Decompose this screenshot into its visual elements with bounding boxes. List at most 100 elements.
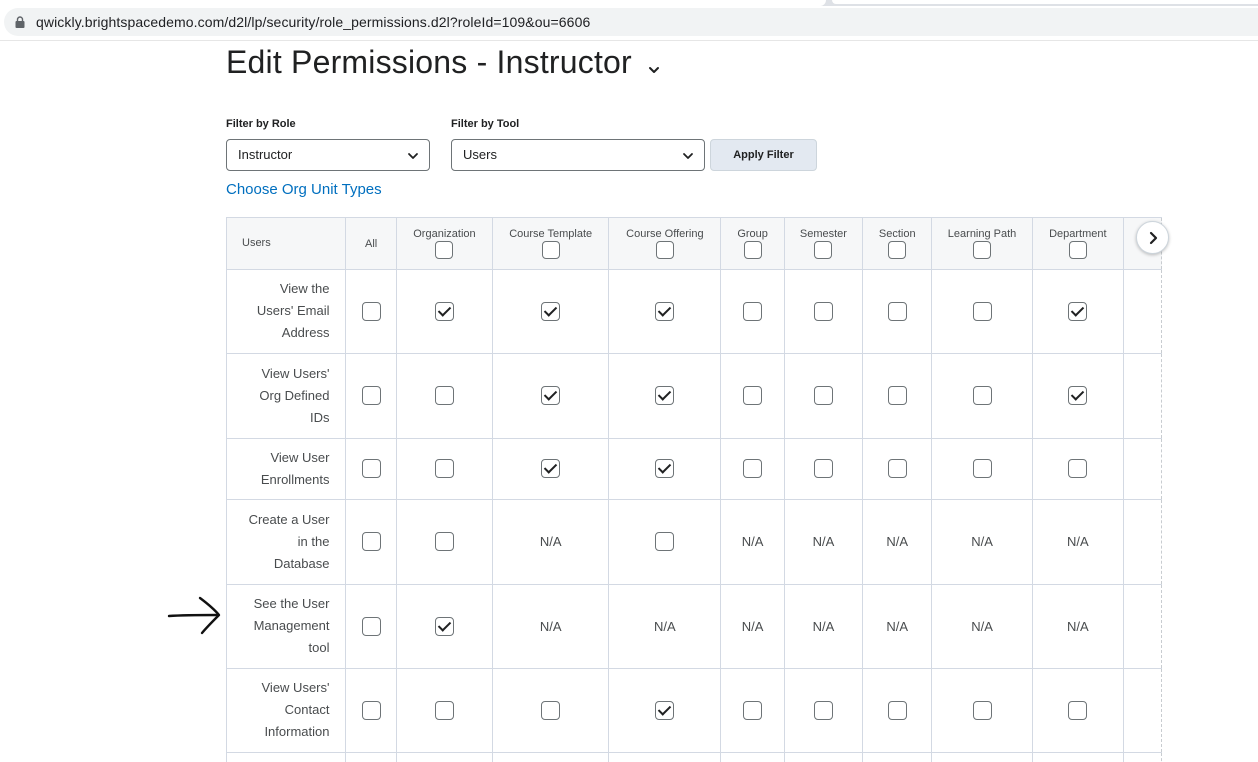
browser-tab-active[interactable] xyxy=(0,0,826,6)
permission-checkbox[interactable] xyxy=(813,301,833,321)
column-header-semester: Semester xyxy=(784,218,864,270)
permission-cell-semester xyxy=(784,752,864,762)
not-applicable-text: N/A xyxy=(741,534,764,549)
permission-checkbox[interactable] xyxy=(434,386,454,405)
permission-cell-semester xyxy=(784,438,864,500)
overflow-cell xyxy=(1123,269,1162,354)
permission-checkbox[interactable] xyxy=(434,532,454,551)
permission-label-line: Management xyxy=(253,618,330,633)
column-select-all-checkbox[interactable] xyxy=(888,241,907,260)
permission-checkbox[interactable] xyxy=(655,532,675,551)
permission-cell-department: N/A xyxy=(1032,499,1124,585)
permission-checkbox[interactable] xyxy=(972,386,992,405)
permissions-grid: Users All Organization Course Template C… xyxy=(226,217,1162,762)
column-header-all[interactable]: All xyxy=(345,218,397,270)
overflow-cell xyxy=(1123,668,1162,753)
permission-checkbox[interactable] xyxy=(655,301,675,321)
permission-cell-learning-path xyxy=(931,269,1033,354)
browser-tab-inactive[interactable] xyxy=(832,0,1258,4)
column-header-department: Department xyxy=(1032,218,1124,270)
permission-checkbox[interactable] xyxy=(1068,459,1088,478)
permission-cell-semester xyxy=(784,269,864,354)
permission-label: See the User Management tool xyxy=(227,584,347,669)
column-header-group: Group xyxy=(720,218,785,270)
filter-role-label: Filter by Role xyxy=(226,118,296,130)
permission-checkbox[interactable] xyxy=(655,386,675,405)
permission-checkbox[interactable] xyxy=(743,459,763,478)
permission-checkbox[interactable] xyxy=(361,301,381,321)
permission-checkbox[interactable] xyxy=(1068,301,1088,321)
permission-checkbox[interactable] xyxy=(743,386,763,405)
not-applicable-text: N/A xyxy=(741,618,764,634)
permission-checkbox[interactable] xyxy=(743,700,763,720)
permission-cell-learning-path: N/A xyxy=(931,499,1033,585)
permission-checkbox[interactable] xyxy=(361,532,381,551)
permission-cell-course-template: N/A xyxy=(492,499,610,585)
overflow-cell xyxy=(1123,584,1162,669)
permission-checkbox[interactable] xyxy=(361,700,381,720)
permission-checkbox[interactable] xyxy=(541,386,561,405)
overflow-cell xyxy=(1123,499,1162,585)
choose-org-unit-types-link[interactable]: Choose Org Unit Types xyxy=(226,181,382,198)
permission-label-line: IDs xyxy=(309,409,330,425)
permission-checkbox[interactable] xyxy=(887,301,907,321)
permission-checkbox[interactable] xyxy=(972,301,992,321)
hand-drawn-arrow-icon xyxy=(167,596,221,635)
permission-checkbox[interactable] xyxy=(361,459,381,478)
permission-checkbox[interactable] xyxy=(541,301,561,321)
permission-checkbox[interactable] xyxy=(434,301,454,321)
column-select-all-checkbox[interactable] xyxy=(973,241,992,260)
permission-checkbox[interactable] xyxy=(1068,700,1088,720)
role-select[interactable]: Instructor xyxy=(226,139,430,171)
permission-cell-group xyxy=(720,668,785,753)
column-select-all-checkbox[interactable] xyxy=(435,241,454,260)
permission-checkbox[interactable] xyxy=(813,386,833,405)
permission-checkbox[interactable] xyxy=(972,459,992,478)
column-header-label: Organization xyxy=(413,228,476,241)
permission-cell-semester xyxy=(784,353,864,439)
permission-checkbox[interactable] xyxy=(434,700,454,720)
permission-cell-department xyxy=(1032,353,1124,439)
column-header-label: Section xyxy=(878,228,916,241)
permission-checkbox[interactable] xyxy=(887,459,907,478)
lock-icon[interactable] xyxy=(15,16,25,28)
permission-checkbox[interactable] xyxy=(361,386,381,405)
permission-cell-all xyxy=(345,584,397,669)
permission-checkbox[interactable] xyxy=(813,700,833,720)
column-select-all-checkbox[interactable] xyxy=(814,241,833,260)
permission-cell-all xyxy=(345,499,397,585)
permission-checkbox[interactable] xyxy=(655,700,675,720)
permission-checkbox[interactable] xyxy=(541,459,561,478)
permission-checkbox[interactable] xyxy=(434,616,454,636)
column-header-organization: Organization xyxy=(396,218,494,270)
permission-checkbox[interactable] xyxy=(541,700,561,720)
permission-label-line: See the User xyxy=(253,596,330,611)
browser-tab-strip xyxy=(0,0,1258,6)
scroll-right-button[interactable] xyxy=(1136,221,1169,254)
permission-cell-course-offering xyxy=(608,353,722,439)
overflow-cell xyxy=(1123,438,1162,500)
permission-cell-department xyxy=(1032,668,1124,753)
permission-cell-course-template xyxy=(492,668,610,753)
column-select-all-checkbox[interactable] xyxy=(655,241,674,260)
apply-filter-button[interactable]: Apply Filter xyxy=(710,139,817,171)
column-select-all-checkbox[interactable] xyxy=(1068,241,1087,260)
permission-checkbox[interactable] xyxy=(972,700,992,720)
tool-select[interactable]: Users xyxy=(451,139,705,171)
permission-checkbox[interactable] xyxy=(361,616,381,636)
url-text[interactable]: qwickly.brightspacedemo.com/d2l/lp/secur… xyxy=(36,14,590,30)
not-applicable-text: N/A xyxy=(812,618,835,634)
permission-checkbox[interactable] xyxy=(655,459,675,478)
permission-checkbox[interactable] xyxy=(1068,386,1088,405)
chevron-down-icon[interactable] xyxy=(646,62,662,78)
column-select-all-checkbox[interactable] xyxy=(743,241,762,260)
address-bar[interactable]: qwickly.brightspacedemo.com/d2l/lp/secur… xyxy=(4,8,1258,36)
permission-checkbox[interactable] xyxy=(434,459,454,478)
permission-label-line: Org Defined xyxy=(259,387,330,403)
permission-checkbox[interactable] xyxy=(887,700,907,720)
permission-checkbox[interactable] xyxy=(743,301,763,321)
permission-checkbox[interactable] xyxy=(813,459,833,478)
permission-checkbox[interactable] xyxy=(887,386,907,405)
column-select-all-checkbox[interactable] xyxy=(541,241,560,260)
permission-cell-course-template xyxy=(492,269,610,354)
